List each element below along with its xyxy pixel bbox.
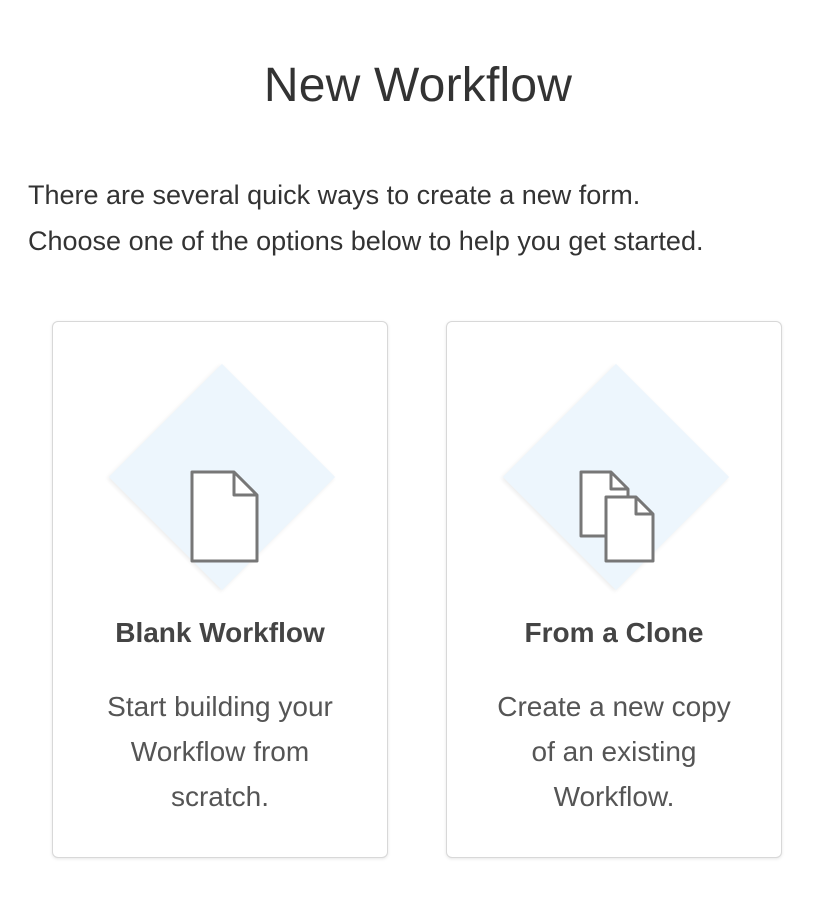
description-line: of an existing	[531, 736, 697, 767]
card-title: Blank Workflow	[115, 617, 325, 648]
from-clone-card[interactable]: From a Clone Create a new copy of an exi…	[446, 321, 782, 858]
description-line: Workflow.	[553, 781, 675, 812]
intro-line: There are several quick ways to create a…	[28, 180, 641, 210]
description-line: Workflow from	[130, 736, 310, 767]
copy-documents-icon	[579, 470, 655, 563]
diamond-badge	[108, 363, 336, 591]
diamond-badge	[502, 363, 730, 591]
card-description: Start building your Workflow from scratc…	[73, 684, 367, 819]
description-line: scratch.	[170, 781, 270, 812]
description-line: Create a new copy	[497, 691, 731, 722]
intro-text: There are several quick ways to create a…	[28, 172, 818, 264]
description-line: Start building your	[107, 691, 333, 722]
document-icon	[190, 470, 259, 563]
blank-workflow-card[interactable]: Blank Workflow Start building your Workf…	[52, 321, 388, 858]
card-title: From a Clone	[524, 617, 704, 648]
intro-line: Choose one of the options below to help …	[28, 226, 704, 256]
card-description: Create a new copy of an existing Workflo…	[467, 684, 761, 819]
page-title: New Workflow	[263, 59, 573, 112]
